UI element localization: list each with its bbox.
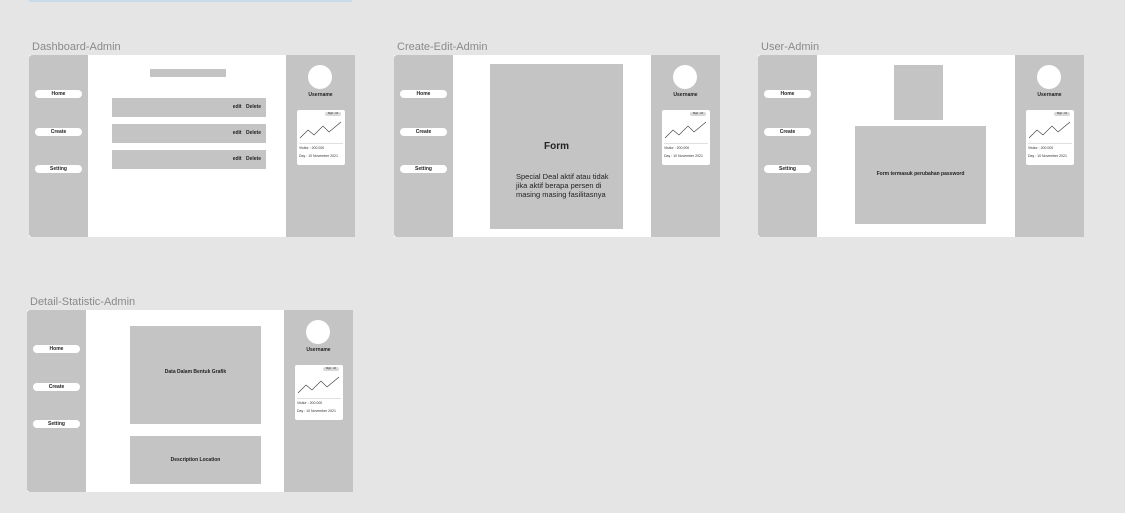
left-sidebar: Home Create Setting: [758, 55, 817, 237]
day-label: Day : 10 November 2021: [297, 409, 336, 413]
stat-divider: [299, 143, 343, 144]
form-description: Special Deal aktif atau tidak jika aktif…: [516, 172, 609, 199]
nav-home-button[interactable]: Home: [400, 90, 447, 98]
username-label: Username: [673, 92, 698, 98]
frame-create-edit-admin: Home Create Setting Form Special Deal ak…: [394, 55, 720, 237]
nav-setting-button[interactable]: Setting: [400, 165, 447, 173]
stat-card[interactable]: Mgrt - 16 Visitor : 200.000 Day : 10 Nov…: [662, 110, 710, 165]
avatar[interactable]: [306, 320, 330, 344]
stat-divider: [297, 398, 341, 399]
list-item: edit Delete: [112, 98, 266, 117]
right-sidebar: Username Mgrt - 16 Visitor : 200.000 Day…: [286, 55, 355, 237]
right-sidebar: Username Mgrt - 16 Visitor : 200.000 Day…: [284, 310, 353, 492]
user-form-text: Form termasuk perubahan password: [876, 171, 965, 177]
profile-photo-placeholder: [894, 65, 943, 120]
day-label: Day : 10 November 2021: [664, 154, 703, 158]
edit-link[interactable]: edit: [233, 130, 242, 136]
nav-home-button[interactable]: Home: [35, 90, 82, 98]
visitor-count: Visitor : 200.000: [299, 146, 325, 150]
list-item: edit Delete: [112, 124, 266, 143]
stat-card[interactable]: Mgrt - 16 Visitor : 200.000 Day : 10 Nov…: [1026, 110, 1074, 165]
delete-link[interactable]: Delete: [246, 104, 261, 110]
stat-badge[interactable]: Mgrt - 16: [1054, 112, 1070, 116]
line-chart-icon: [297, 376, 340, 394]
left-sidebar: Home Create Setting: [394, 55, 453, 237]
description-text: Description Location: [170, 457, 221, 463]
frame-detail-statistic-admin: Home Create Setting Data Dalam Bentuk Gr…: [27, 310, 353, 492]
description-panel: Description Location: [130, 436, 261, 484]
stat-badge[interactable]: Mgrt - 16: [690, 112, 706, 116]
chart-placeholder-panel: Data Dalam Bentuk Grafik: [130, 326, 261, 424]
user-form-panel[interactable]: Form termasuk perubahan password: [855, 126, 986, 224]
delete-link[interactable]: Delete: [246, 156, 261, 162]
nav-create-button[interactable]: Create: [400, 128, 447, 136]
left-sidebar: Home Create Setting: [27, 310, 86, 492]
delete-link[interactable]: Delete: [246, 130, 261, 136]
stat-divider: [664, 143, 708, 144]
username-label: Username: [306, 347, 331, 353]
day-label: Day : 10 November 2021: [1028, 154, 1067, 158]
visitor-count: Visitor : 200.000: [297, 401, 323, 405]
left-sidebar: Home Create Setting: [29, 55, 88, 237]
username-label: Username: [308, 92, 333, 98]
nav-home-button[interactable]: Home: [764, 90, 811, 98]
stat-card[interactable]: Mgrt - 16 Visitor : 200.000 Day : 10 Nov…: [295, 365, 343, 420]
nav-setting-button[interactable]: Setting: [35, 165, 82, 173]
stat-badge[interactable]: Mgrt - 16: [323, 367, 339, 371]
title-placeholder-bar: [150, 69, 226, 77]
stat-divider: [1028, 143, 1072, 144]
avatar[interactable]: [308, 65, 332, 89]
right-sidebar: Username Mgrt - 16 Visitor : 200.000 Day…: [1015, 55, 1084, 237]
nav-setting-button[interactable]: Setting: [33, 420, 80, 428]
frame-label-create-edit: Create-Edit-Admin: [397, 41, 488, 53]
frame-dashboard-admin: Home Create Setting edit Delete edit Del…: [29, 55, 355, 237]
nav-create-button[interactable]: Create: [33, 383, 80, 391]
visitor-count: Visitor : 200.000: [664, 146, 690, 150]
line-chart-icon: [664, 121, 707, 139]
selection-bar: [29, 0, 352, 2]
edit-link[interactable]: edit: [233, 156, 242, 162]
nav-home-button[interactable]: Home: [33, 345, 80, 353]
form-title: Form: [544, 141, 569, 152]
frame-label-detail: Detail-Statistic-Admin: [30, 296, 136, 308]
day-label: Day : 10 November 2021: [299, 154, 338, 158]
chart-placeholder-text: Data Dalam Bentuk Grafik: [164, 369, 227, 375]
avatar[interactable]: [1037, 65, 1061, 89]
list-item: edit Delete: [112, 150, 266, 169]
edit-link[interactable]: edit: [233, 104, 242, 110]
avatar[interactable]: [673, 65, 697, 89]
frame-label-user: User-Admin: [761, 41, 820, 53]
stat-badge[interactable]: Mgrt - 16: [325, 112, 341, 116]
nav-setting-button[interactable]: Setting: [764, 165, 811, 173]
username-label: Username: [1037, 92, 1062, 98]
form-panel[interactable]: Form Special Deal aktif atau tidak jika …: [490, 64, 623, 229]
frame-label-dashboard: Dashboard-Admin: [32, 41, 121, 53]
line-chart-icon: [299, 121, 342, 139]
line-chart-icon: [1028, 121, 1071, 139]
nav-create-button[interactable]: Create: [35, 128, 82, 136]
visitor-count: Visitor : 200.000: [1028, 146, 1054, 150]
stat-card[interactable]: Mgrt - 16 Visitor : 200.000 Day : 10 Nov…: [297, 110, 345, 165]
right-sidebar: Username Mgrt - 16 Visitor : 200.000 Day…: [651, 55, 720, 237]
nav-create-button[interactable]: Create: [764, 128, 811, 136]
frame-user-admin: Home Create Setting Form termasuk peruba…: [758, 55, 1084, 237]
